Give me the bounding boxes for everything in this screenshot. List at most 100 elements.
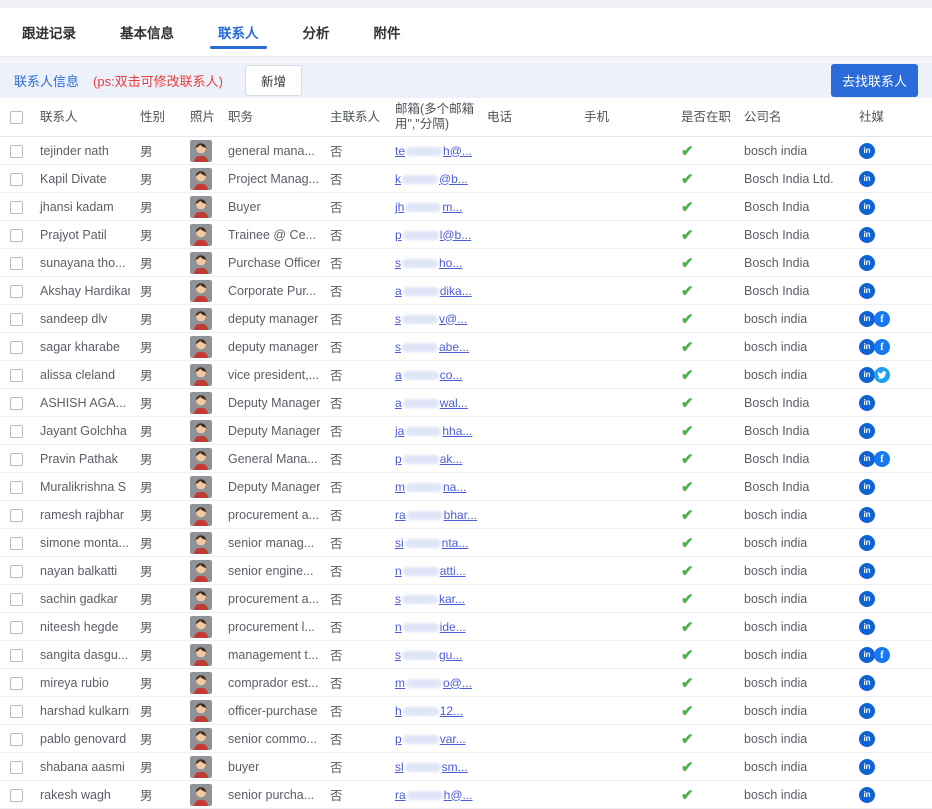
table-row[interactable]: pablo genovard 男 senior commo... 否 pvar.… xyxy=(0,725,932,753)
contact-photo-avatar[interactable] xyxy=(190,700,212,722)
contact-photo-avatar[interactable] xyxy=(190,168,212,190)
linkedin-icon[interactable]: in xyxy=(859,171,875,187)
linkedin-icon[interactable]: in xyxy=(859,787,875,803)
linkedin-icon[interactable]: in xyxy=(859,199,875,215)
email-link[interactable]: k@b... xyxy=(395,172,468,186)
email-link[interactable]: h12... xyxy=(395,704,463,718)
row-checkbox[interactable] xyxy=(10,201,23,214)
contact-photo-avatar[interactable] xyxy=(190,224,212,246)
contact-photo-avatar[interactable] xyxy=(190,196,212,218)
row-checkbox[interactable] xyxy=(10,705,23,718)
linkedin-icon[interactable]: in xyxy=(859,367,875,383)
table-row[interactable]: ASHISH AGA... 男 Deputy Manager 否 awal...… xyxy=(0,389,932,417)
linkedin-icon[interactable]: in xyxy=(859,423,875,439)
tab-analysis[interactable]: 分析 xyxy=(303,8,330,56)
select-all-checkbox[interactable] xyxy=(10,111,23,124)
table-row[interactable]: sunayana tho... 男 Purchase Officer 否 sho… xyxy=(0,249,932,277)
tab-contacts[interactable]: 联系人 xyxy=(218,8,259,56)
row-checkbox[interactable] xyxy=(10,285,23,298)
twitter-icon[interactable] xyxy=(874,367,890,383)
email-link[interactable]: skar... xyxy=(395,592,465,606)
row-checkbox[interactable] xyxy=(10,537,23,550)
row-checkbox[interactable] xyxy=(10,257,23,270)
row-checkbox[interactable] xyxy=(10,341,23,354)
email-link[interactable]: rabhar... xyxy=(395,508,477,522)
tab-basic-info[interactable]: 基本信息 xyxy=(120,8,174,56)
table-row[interactable]: niteesh hegde 男 procurement l... 否 nide.… xyxy=(0,613,932,641)
contact-photo-avatar[interactable] xyxy=(190,140,212,162)
table-row[interactable]: mireya rubio 男 comprador est... 否 mo@...… xyxy=(0,669,932,697)
linkedin-icon[interactable]: in xyxy=(859,479,875,495)
linkedin-icon[interactable]: in xyxy=(859,507,875,523)
contact-photo-avatar[interactable] xyxy=(190,672,212,694)
email-link[interactable]: pl@b... xyxy=(395,228,471,242)
table-row[interactable]: sachin gadkar 男 procurement a... 否 skar.… xyxy=(0,585,932,613)
contact-photo-avatar[interactable] xyxy=(190,644,212,666)
row-checkbox[interactable] xyxy=(10,677,23,690)
email-link[interactable]: sinta... xyxy=(395,536,468,550)
email-link[interactable]: sgu... xyxy=(395,648,462,662)
table-row[interactable]: sandeep dlv 男 deputy manager 否 sv@... ✔ … xyxy=(0,305,932,333)
contact-photo-avatar[interactable] xyxy=(190,756,212,778)
linkedin-icon[interactable]: in xyxy=(859,143,875,159)
linkedin-icon[interactable]: in xyxy=(859,255,875,271)
linkedin-icon[interactable]: in xyxy=(859,619,875,635)
contact-photo-avatar[interactable] xyxy=(190,364,212,386)
facebook-icon[interactable]: f xyxy=(874,339,890,355)
table-row[interactable]: sangita dasgu... 男 management t... 否 sgu… xyxy=(0,641,932,669)
contact-photo-avatar[interactable] xyxy=(190,280,212,302)
contact-photo-avatar[interactable] xyxy=(190,504,212,526)
facebook-icon[interactable]: f xyxy=(874,647,890,663)
row-checkbox[interactable] xyxy=(10,621,23,634)
linkedin-icon[interactable]: in xyxy=(859,759,875,775)
linkedin-icon[interactable]: in xyxy=(859,339,875,355)
table-row[interactable]: tejinder nath 男 general mana... 否 teh@..… xyxy=(0,137,932,165)
contact-photo-avatar[interactable] xyxy=(190,336,212,358)
row-checkbox[interactable] xyxy=(10,397,23,410)
linkedin-icon[interactable]: in xyxy=(859,647,875,663)
email-link[interactable]: pak... xyxy=(395,452,462,466)
email-link[interactable]: slsm... xyxy=(395,760,468,774)
find-contacts-button[interactable]: 去找联系人 xyxy=(831,64,918,97)
tab-follow-records[interactable]: 跟进记录 xyxy=(22,8,76,56)
linkedin-icon[interactable]: in xyxy=(859,227,875,243)
contact-photo-avatar[interactable] xyxy=(190,588,212,610)
facebook-icon[interactable]: f xyxy=(874,451,890,467)
row-checkbox[interactable] xyxy=(10,313,23,326)
contact-photo-avatar[interactable] xyxy=(190,532,212,554)
email-link[interactable]: pvar... xyxy=(395,732,466,746)
row-checkbox[interactable] xyxy=(10,145,23,158)
email-link[interactable]: jahha... xyxy=(395,424,472,438)
table-row[interactable]: Akshay Hardikar 男 Corporate Pur... 否 adi… xyxy=(0,277,932,305)
table-row[interactable]: Muralikrishna S 男 Deputy Manager 否 mna..… xyxy=(0,473,932,501)
contact-photo-avatar[interactable] xyxy=(190,448,212,470)
linkedin-icon[interactable]: in xyxy=(859,591,875,607)
email-link[interactable]: aco... xyxy=(395,368,462,382)
tab-attachments[interactable]: 附件 xyxy=(374,8,401,56)
row-checkbox[interactable] xyxy=(10,369,23,382)
table-row[interactable]: shabana aasmi 男 buyer 否 slsm... ✔ bosch … xyxy=(0,753,932,781)
add-contact-button[interactable]: 新增 xyxy=(245,65,302,96)
row-checkbox[interactable] xyxy=(10,649,23,662)
linkedin-icon[interactable]: in xyxy=(859,703,875,719)
row-checkbox[interactable] xyxy=(10,509,23,522)
table-row[interactable]: Kapil Divate 男 Project Manag... 否 k@b...… xyxy=(0,165,932,193)
email-link[interactable]: teh@... xyxy=(395,144,472,158)
table-row[interactable]: sagar kharabe 男 deputy manager 否 sabe...… xyxy=(0,333,932,361)
email-link[interactable]: nide... xyxy=(395,620,466,634)
contact-photo-avatar[interactable] xyxy=(190,728,212,750)
email-link[interactable]: natti... xyxy=(395,564,466,578)
facebook-icon[interactable]: f xyxy=(874,311,890,327)
contact-photo-avatar[interactable] xyxy=(190,476,212,498)
linkedin-icon[interactable]: in xyxy=(859,451,875,467)
linkedin-icon[interactable]: in xyxy=(859,675,875,691)
row-checkbox[interactable] xyxy=(10,481,23,494)
contact-photo-avatar[interactable] xyxy=(190,784,212,806)
linkedin-icon[interactable]: in xyxy=(859,563,875,579)
email-link[interactable]: sabe... xyxy=(395,340,469,354)
email-link[interactable]: jhm... xyxy=(395,200,462,214)
linkedin-icon[interactable]: in xyxy=(859,395,875,411)
row-checkbox[interactable] xyxy=(10,173,23,186)
contact-photo-avatar[interactable] xyxy=(190,252,212,274)
row-checkbox[interactable] xyxy=(10,789,23,802)
